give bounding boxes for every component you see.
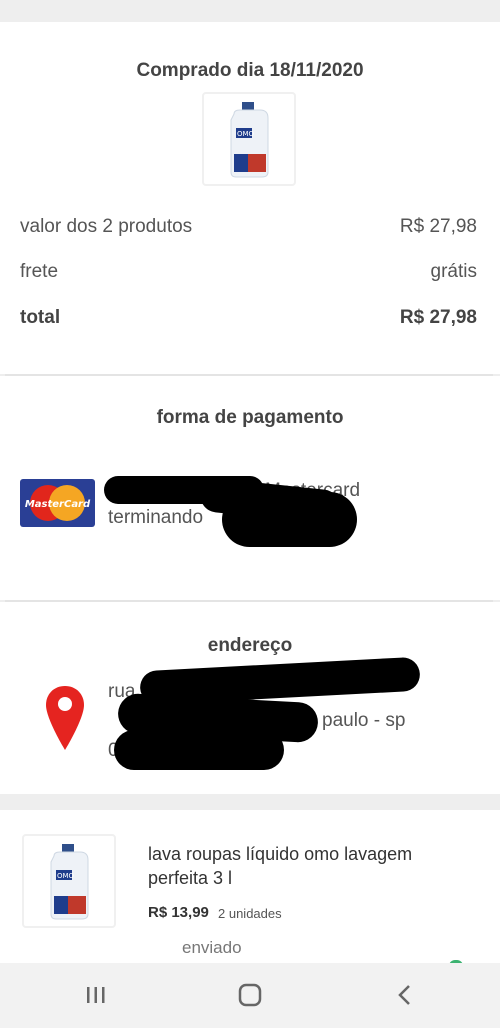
detergent-bottle-image: OMO (50, 844, 89, 920)
home-icon[interactable] (230, 981, 270, 1009)
svg-text:OMO: OMO (57, 872, 75, 880)
svg-text:OMO: OMO (237, 130, 255, 138)
product-quantity: 2 unidades (218, 906, 282, 921)
detergent-bottle-image: OMO (230, 102, 269, 178)
shipping-label: frete (20, 261, 59, 282)
products-value: R$ 27,98 (399, 216, 477, 237)
payment-heading: forma de pagamento (156, 407, 344, 428)
products-label: valor dos 2 produtos (20, 216, 193, 237)
order-summary-card: Comprado dia 18/11/2020 OMO valor dos 2 … (0, 22, 500, 374)
top-gap (0, 0, 500, 22)
product-name-line1[interactable]: lava roupas líquido omo lavagem (148, 844, 412, 865)
mastercard-icon: MasterCard (20, 479, 95, 527)
redaction-scribble (222, 492, 357, 547)
purchase-date-title: Comprado dia 18/11/2020 (136, 60, 364, 81)
recent-apps-icon[interactable] (76, 981, 116, 1009)
address-heading: endereço (207, 635, 293, 656)
total-value: R$ 27,98 (399, 307, 477, 328)
shipping-value: grátis (430, 261, 477, 282)
address-city-text: paulo - sp (322, 710, 406, 731)
payment-card: forma de pagamento MasterCard Mastercard… (0, 376, 500, 600)
total-label: total (20, 307, 61, 328)
redaction-scribble (114, 730, 284, 770)
shipping-status: enviado (182, 938, 242, 957)
product-thumbnail[interactable]: OMO (22, 834, 116, 928)
svg-text:MasterCard: MasterCard (25, 499, 91, 510)
product-price: R$ 13,99 (148, 904, 209, 921)
card-ending-text: terminando (108, 507, 204, 528)
address-card: endereço rua paulo - sp 0 (0, 602, 500, 794)
order-product-thumbnail: OMO (202, 92, 296, 186)
back-icon[interactable] (385, 981, 425, 1009)
system-navigation-bar (0, 963, 500, 1028)
product-name-line2[interactable]: perfeita 3 l (148, 868, 232, 889)
location-pin-icon (46, 686, 84, 750)
product-card[interactable]: OMO lava roupas líquido omo lavagem perf… (0, 810, 500, 966)
